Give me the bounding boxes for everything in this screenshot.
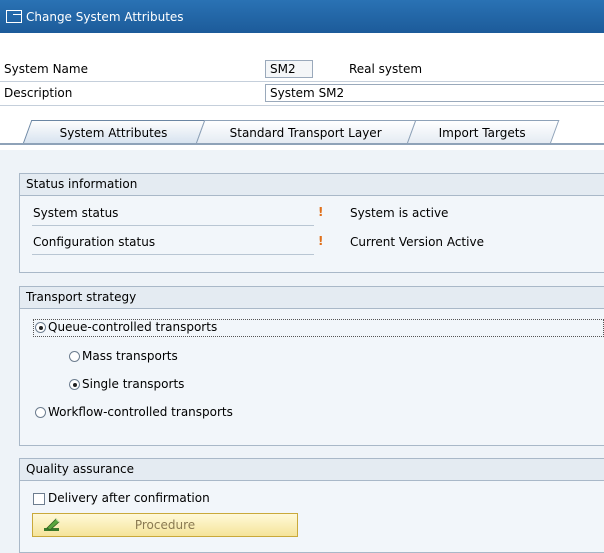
delivery-after-confirmation-checkbox[interactable]: Delivery after confirmation: [33, 491, 210, 505]
system-status-value: System is active: [350, 206, 449, 220]
tab-divider: [0, 143, 604, 145]
system-name-field[interactable]: SM2: [265, 60, 313, 78]
tab-system-attributes[interactable]: System Attributes: [22, 120, 206, 144]
system-name-row: System Name SM2 Real system: [0, 59, 604, 82]
single-transports-radio-dot: [69, 379, 80, 390]
workflow-controlled-radio[interactable]: Workflow-controlled transports: [35, 405, 233, 419]
description-row: Description System SM2: [0, 83, 604, 106]
mass-transports-radio-dot: [69, 351, 80, 362]
description-field[interactable]: System SM2: [265, 84, 604, 102]
mass-transports-radio[interactable]: Mass transports: [69, 349, 178, 363]
procedure-button-label: Procedure: [134, 518, 196, 532]
system-status-indicator-icon: !: [318, 205, 324, 219]
system-name-label: System Name: [4, 62, 88, 76]
configuration-status-value: Current Version Active: [350, 235, 484, 249]
description-label: Description: [4, 86, 73, 100]
tab-import-targets-label: Import Targets: [439, 125, 527, 140]
tab-strip: System Attributes Standard Transport Lay…: [0, 118, 604, 145]
single-transports-radio[interactable]: Single transports: [69, 377, 184, 391]
system-status-label: System status: [33, 206, 119, 220]
tab-standard-transport-layer-label: Standard Transport Layer: [229, 125, 382, 140]
delivery-checkbox-box: [33, 492, 45, 505]
tab-import-targets[interactable]: Import Targets: [406, 120, 560, 144]
workflow-controlled-label: Workflow-controlled transports: [48, 405, 233, 419]
procedure-button[interactable]: Procedure: [32, 513, 298, 537]
delivery-after-confirmation-label: Delivery after confirmation: [48, 491, 210, 505]
quality-assurance-group: Quality assurance: [19, 458, 604, 553]
quality-assurance-title: Quality assurance: [20, 459, 604, 481]
configuration-status-label-row: Configuration status: [32, 232, 314, 255]
single-transports-label: Single transports: [82, 377, 185, 391]
status-information-title: Status information: [20, 174, 604, 196]
title-bar: Change System Attributes: [0, 0, 604, 33]
configuration-status-label: Configuration status: [33, 235, 156, 249]
mass-transports-label: Mass transports: [82, 349, 178, 363]
tab-system-attributes-label: System Attributes: [59, 125, 168, 140]
transport-strategy-group: Transport strategy: [19, 286, 604, 446]
queue-controlled-radio[interactable]: Queue-controlled transports: [35, 320, 217, 334]
transport-strategy-title: Transport strategy: [20, 287, 604, 309]
configuration-status-indicator-icon: !: [318, 234, 324, 248]
window-title: Change System Attributes: [26, 9, 184, 24]
tab-standard-transport-layer[interactable]: Standard Transport Layer: [195, 120, 417, 144]
system-type-text: Real system: [349, 62, 423, 76]
change-icon: [6, 10, 22, 23]
queue-controlled-radio-dot: [35, 322, 46, 333]
queue-controlled-label: Queue-controlled transports: [48, 320, 218, 334]
workflow-controlled-radio-dot: [35, 407, 46, 418]
system-status-label-row: System status: [32, 203, 314, 226]
